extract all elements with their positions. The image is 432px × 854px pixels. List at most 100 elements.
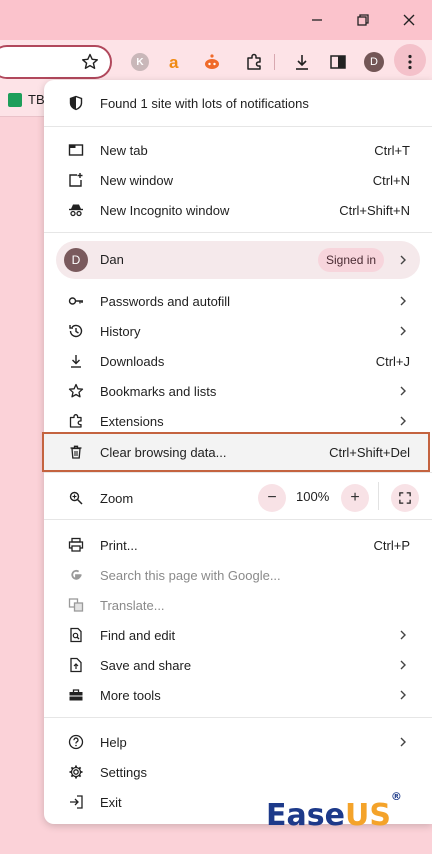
profile-avatar-icon: D <box>64 248 88 272</box>
zoom-level: 100% <box>296 489 330 504</box>
help-label: Help <box>100 734 127 750</box>
new-window-item[interactable]: New window Ctrl+N <box>44 165 432 195</box>
translate-item[interactable]: Translate... <box>44 590 432 620</box>
chevron-right-icon <box>400 690 406 700</box>
exit-label: Exit <box>100 794 122 810</box>
notification-label: Found 1 site with lots of notifications <box>100 95 309 111</box>
new-tab-icon <box>68 142 84 158</box>
clear-data-label: Clear browsing data... <box>100 444 227 460</box>
find-edit-item[interactable]: Find and edit <box>44 620 432 650</box>
incognito-icon <box>68 202 84 218</box>
extensions-label: Extensions <box>100 413 164 429</box>
zoom-row: Zoom <box>44 483 432 513</box>
key-icon <box>68 293 84 309</box>
new-tab-label: New tab <box>100 142 148 158</box>
fullscreen-button[interactable] <box>391 484 419 512</box>
fullscreen-icon <box>399 492 411 504</box>
search-page-label: Search this page with Google... <box>100 567 281 583</box>
new-window-label: New window <box>100 172 173 188</box>
downloads-label: Downloads <box>100 353 165 369</box>
bookmark-star-icon[interactable] <box>78 50 102 74</box>
download-icon[interactable] <box>290 50 314 74</box>
profile-name: Dan <box>100 252 124 267</box>
google-g-icon <box>68 567 84 583</box>
toolbar-divider <box>274 54 275 70</box>
clear-browsing-data-item[interactable]: Clear browsing data... Ctrl+Shift+Del <box>44 437 432 467</box>
find-icon <box>68 627 84 643</box>
gear-icon <box>68 764 84 780</box>
logo-part-ease: Ease <box>266 798 345 833</box>
bookmark-label: TB <box>28 92 45 107</box>
save-share-icon <box>68 657 84 673</box>
title-bar <box>0 0 432 40</box>
restore-icon[interactable] <box>351 8 375 32</box>
new-tab-item[interactable]: New tab Ctrl+T <box>44 135 432 165</box>
incognito-label: New Incognito window <box>100 202 230 218</box>
profile-avatar[interactable]: D <box>362 50 386 74</box>
chevron-right-icon <box>400 326 406 336</box>
zoom-magnifier-icon <box>68 490 84 506</box>
history-icon <box>68 323 84 339</box>
sheets-icon <box>8 92 22 107</box>
printer-icon <box>68 537 84 553</box>
passwords-label: Passwords and autofill <box>100 293 231 309</box>
help-item[interactable]: Help <box>44 727 432 757</box>
clear-data-shortcut: Ctrl+Shift+Del <box>329 444 410 460</box>
chevron-right-icon <box>400 416 406 426</box>
settings-item[interactable]: Settings <box>44 757 432 787</box>
chevron-right-icon <box>400 630 406 640</box>
help-icon <box>68 734 84 750</box>
save-share-label: Save and share <box>100 657 192 673</box>
print-item[interactable]: Print... Ctrl+P <box>44 530 432 560</box>
incognito-shortcut: Ctrl+Shift+N <box>339 202 410 218</box>
translate-label: Translate... <box>100 597 165 613</box>
download-icon <box>68 353 84 369</box>
chevron-right-icon <box>400 255 406 265</box>
reddit-extension-icon[interactable] <box>200 50 224 74</box>
chrome-menu: Found 1 site with lots of notifications … <box>42 80 432 824</box>
extensions-puzzle-icon[interactable] <box>242 50 266 74</box>
zoom-in-button[interactable]: + <box>341 484 369 512</box>
shield-icon <box>68 95 84 111</box>
chevron-right-icon <box>400 737 406 747</box>
signed-in-badge: Signed in <box>318 248 385 272</box>
menu-divider <box>44 472 432 473</box>
easeus-logo: EaseUS® <box>266 790 402 833</box>
menu-divider <box>44 126 432 127</box>
exit-icon <box>68 794 84 810</box>
new-window-icon <box>68 172 84 188</box>
zoom-out-button[interactable]: − <box>258 484 286 512</box>
side-panel-icon[interactable] <box>326 50 350 74</box>
more-tools-item[interactable]: More tools <box>44 680 432 710</box>
zoom-divider <box>378 482 379 510</box>
bookmark-item[interactable]: TB <box>8 92 45 107</box>
minimize-icon[interactable] <box>305 8 329 32</box>
kebab-menu-icon <box>398 50 422 74</box>
chevron-right-icon <box>400 386 406 396</box>
svg-text:a: a <box>169 53 179 72</box>
history-item[interactable]: History <box>44 316 432 346</box>
settings-label: Settings <box>100 764 147 780</box>
downloads-shortcut: Ctrl+J <box>375 353 410 369</box>
profile-row[interactable]: D Dan Signed in <box>56 241 420 279</box>
passwords-item[interactable]: Passwords and autofill <box>44 286 432 316</box>
save-share-item[interactable]: Save and share <box>44 650 432 680</box>
notification-row[interactable]: Found 1 site with lots of notifications <box>44 88 432 118</box>
incognito-item[interactable]: New Incognito window Ctrl+Shift+N <box>44 195 432 225</box>
menu-divider <box>44 717 432 718</box>
chevron-right-icon <box>400 296 406 306</box>
amazon-extension-icon[interactable]: a <box>163 50 187 74</box>
puzzle-icon <box>68 413 84 429</box>
star-icon <box>68 383 84 399</box>
print-shortcut: Ctrl+P <box>373 537 410 553</box>
bookmarks-label: Bookmarks and lists <box>100 383 217 399</box>
trash-icon <box>68 444 84 460</box>
bookmarks-item[interactable]: Bookmarks and lists <box>44 376 432 406</box>
close-icon[interactable] <box>397 8 421 32</box>
translate-icon <box>68 597 84 613</box>
extension-k-icon[interactable]: K <box>128 50 152 74</box>
zoom-label: Zoom <box>100 490 134 506</box>
downloads-item[interactable]: Downloads Ctrl+J <box>44 346 432 376</box>
search-page-item[interactable]: Search this page with Google... <box>44 560 432 590</box>
menu-divider <box>44 232 432 233</box>
